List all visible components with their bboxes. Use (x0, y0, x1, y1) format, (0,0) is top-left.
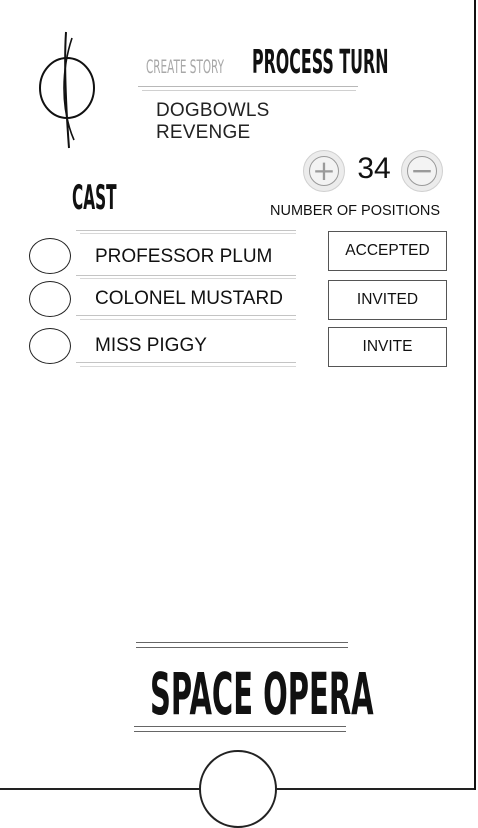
nav-divider (138, 86, 358, 87)
name-rule (76, 275, 296, 276)
minus-icon: − (410, 154, 434, 187)
avatar[interactable] (29, 238, 71, 274)
cast-row: COLONEL MUSTARD INVITED (0, 278, 470, 325)
story-title: DOGBOWLS REVENGE (156, 100, 270, 143)
device-frame-right-edge (474, 0, 476, 790)
cast-member-name: MISS PIGGY (95, 335, 207, 356)
brand-rule-bottom (134, 726, 346, 727)
brand-rule-bottom (134, 731, 346, 732)
cast-heading: CAST (72, 178, 117, 218)
nav-divider-secondary (142, 90, 356, 91)
positions-label: NUMBER OF POSITIONS (270, 203, 440, 219)
positions-count: 34 (357, 152, 391, 185)
name-rule (80, 278, 296, 279)
status-button-accepted[interactable]: ACCEPTED (328, 231, 447, 271)
nav-create-story[interactable]: CREATE STORY (146, 56, 224, 78)
cast-member-name: COLONEL MUSTARD (95, 288, 283, 309)
cast-row: MISS PIGGY INVITE (0, 327, 470, 372)
nav-process-turn[interactable]: PROCESS TURN (252, 42, 388, 81)
brand-rule-top (136, 642, 348, 643)
cast-row: PROFESSOR PLUM ACCEPTED (0, 230, 470, 282)
plus-icon: + (312, 154, 336, 187)
home-button[interactable] (199, 750, 277, 828)
name-rule (80, 233, 296, 234)
avatar[interactable] (29, 328, 71, 364)
top-nav: CREATE STORY PROCESS TURN (146, 42, 478, 81)
brand-logo: SPACE OPERA (150, 660, 374, 728)
increment-positions-button[interactable]: + (303, 150, 345, 192)
name-rule (76, 362, 296, 363)
status-button-invited[interactable]: INVITED (328, 280, 447, 320)
brand-rule-top (136, 647, 348, 648)
cast-member-name: PROFESSOR PLUM (95, 246, 273, 267)
status-button-invite[interactable]: INVITE (328, 327, 447, 367)
avatar[interactable] (29, 281, 71, 317)
name-rule (76, 230, 296, 231)
decrement-positions-button[interactable]: − (401, 150, 443, 192)
app-logo-icon (39, 31, 95, 149)
name-rule (76, 315, 296, 316)
name-rule (80, 366, 296, 367)
name-rule (80, 319, 296, 320)
